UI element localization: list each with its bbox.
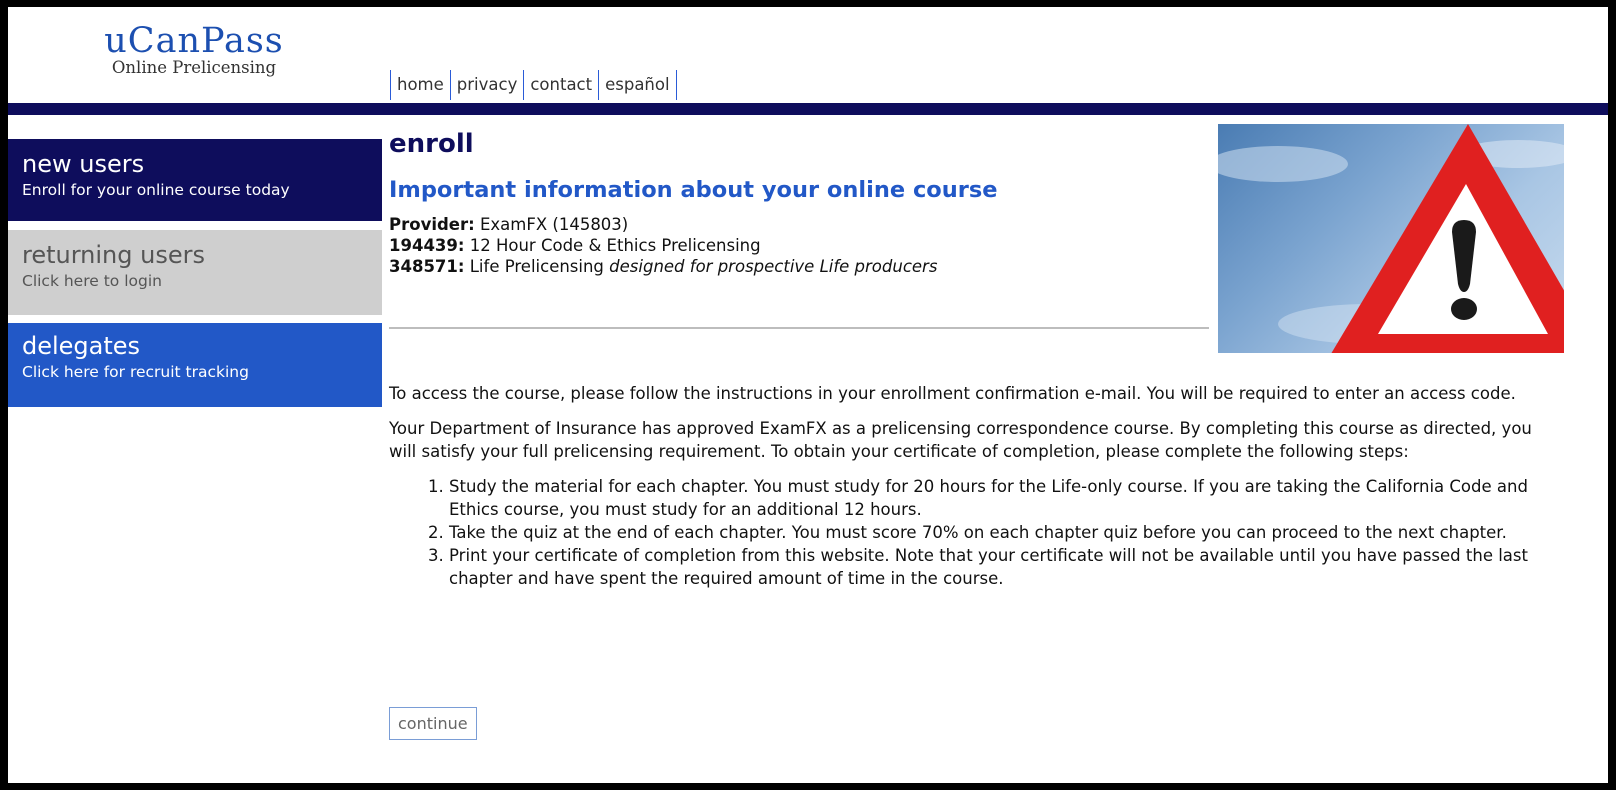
instructions: To access the course, please follow the … <box>389 382 1549 590</box>
sidebar-returning-users-subtitle: Click here to login <box>22 272 162 290</box>
logo[interactable]: uCanPass Online Prelicensing <box>104 23 284 77</box>
warning-triangle-icon <box>1218 124 1564 353</box>
divider <box>389 327 1209 329</box>
course2-code: 348571: <box>389 257 465 276</box>
steps-list: Study the material for each chapter. You… <box>389 475 1549 590</box>
sidebar-delegates-title: delegates <box>22 332 141 360</box>
page-frame: uCanPass Online Prelicensing home privac… <box>8 7 1608 783</box>
nav-privacy-link[interactable]: privacy <box>449 70 524 100</box>
course2-note: designed for prospective Life producers <box>609 257 938 276</box>
sidebar-returning-users-title: returning users <box>22 241 205 269</box>
course1-name: 12 Hour Code & Ethics Prelicensing <box>469 236 761 255</box>
sidebar-new-users[interactable]: new users Enroll for your online course … <box>8 139 382 221</box>
step-item: Study the material for each chapter. You… <box>449 475 1549 521</box>
nav-espanol-link[interactable]: español <box>598 70 677 100</box>
sidebar-returning-users[interactable]: returning users Click here to login <box>8 230 382 315</box>
warning-sign-image <box>1218 124 1564 353</box>
course2-name: Life Prelicensing <box>469 257 604 276</box>
access-paragraph: To access the course, please follow the … <box>389 384 1516 403</box>
sidebar-delegates-subtitle: Click here for recruit tracking <box>22 363 249 381</box>
step-item: Print your certificate of completion fro… <box>449 544 1549 590</box>
nav-contact-link[interactable]: contact <box>523 70 598 100</box>
continue-button[interactable]: continue <box>389 707 477 740</box>
logo-title: uCanPass <box>104 21 284 61</box>
course1-code: 194439: <box>389 236 465 255</box>
sidebar-new-users-title: new users <box>22 150 145 178</box>
step-item: Take the quiz at the end of each chapter… <box>449 521 1549 544</box>
logo-subtitle: Online Prelicensing <box>111 58 277 77</box>
header-bar <box>8 103 1608 115</box>
approval-paragraph: Your Department of Insurance has approve… <box>389 419 1532 461</box>
nav-home-link[interactable]: home <box>390 70 450 100</box>
provider-label: Provider: <box>389 215 475 234</box>
sidebar-delegates[interactable]: delegates Click here for recruit trackin… <box>8 323 382 407</box>
top-nav: home privacy contact español <box>390 70 677 100</box>
sidebar-new-users-subtitle: Enroll for your online course today <box>22 181 290 199</box>
provider-value: ExamFX (145803) <box>479 215 629 234</box>
